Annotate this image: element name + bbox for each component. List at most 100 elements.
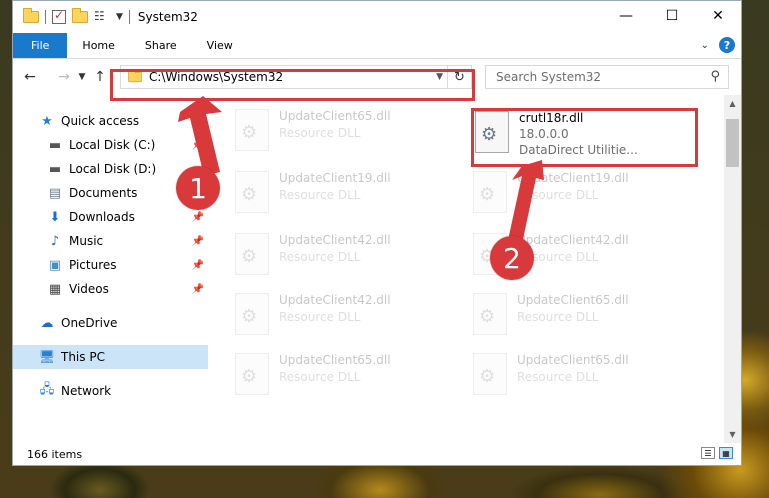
file-item[interactable]: ⚙ UpdateClient42.dll Resource DLL xyxy=(235,233,455,283)
address-bar[interactable]: C:\Windows\System32 ▼ ↻ xyxy=(120,65,472,89)
computer-icon: 🖥 xyxy=(38,349,56,365)
file-name: UpdateClient65.dll xyxy=(279,353,391,367)
dll-file-icon: ⚙ xyxy=(473,353,507,395)
file-item[interactable]: ⚙ UpdateClient65.dll Resource DLL xyxy=(473,353,693,403)
help-icon[interactable]: ? xyxy=(719,37,735,53)
file-type: Resource DLL xyxy=(517,370,599,384)
sidebar-item-label: Videos xyxy=(69,282,109,296)
file-type: Resource DLL xyxy=(517,188,599,202)
sidebar-item-label: This PC xyxy=(61,350,105,364)
quick-access-toolbar: ☷ ▼ xyxy=(13,8,130,25)
window-title: System32 xyxy=(137,10,198,24)
file-type: Resource DLL xyxy=(279,188,361,202)
file-item[interactable]: ⚙ UpdateClient19.dll Resource DLL xyxy=(473,171,693,221)
file-type: Resource DLL xyxy=(279,370,361,384)
file-type: Resource DLL xyxy=(279,126,361,140)
pin-icon[interactable]: 📌 xyxy=(192,212,204,223)
scroll-down-icon[interactable]: ▼ xyxy=(724,426,741,443)
step-1-badge: 1 xyxy=(176,166,220,210)
scroll-up-icon[interactable]: ▲ xyxy=(724,95,741,112)
file-type: Resource DLL xyxy=(517,310,599,324)
tab-home[interactable]: Home xyxy=(67,33,129,58)
chevron-down-icon[interactable]: ▼ xyxy=(436,72,443,82)
pin-icon[interactable]: 📌 xyxy=(192,284,204,295)
network-icon: 🖧 xyxy=(39,382,55,397)
sidebar-item-label: Music xyxy=(69,234,104,248)
pin-icon[interactable]: 📌 xyxy=(192,140,204,151)
scrollbar-thumb[interactable] xyxy=(726,119,739,167)
back-button[interactable]: ← xyxy=(19,69,41,85)
close-button[interactable]: ✕ xyxy=(695,1,741,31)
pin-icon[interactable]: 📌 xyxy=(192,260,204,271)
file-name: UpdateClient65.dll xyxy=(517,293,629,307)
pin-icon[interactable]: 📌 xyxy=(192,236,204,247)
large-icons-view-icon[interactable]: ▦ xyxy=(719,447,733,459)
address-path[interactable]: C:\Windows\System32 xyxy=(149,70,283,84)
folder-icon xyxy=(23,8,39,23)
toolbar-divider xyxy=(128,10,130,24)
sidebar-item-label: Local Disk (D:) xyxy=(69,162,157,176)
sidebar-item-downloads[interactable]: ⬇ Downloads 📌 xyxy=(13,205,208,229)
sidebar-item-quick-access[interactable]: ★ Quick access xyxy=(13,109,208,133)
toolbar-divider xyxy=(45,10,46,24)
search-box[interactable]: ⚲ xyxy=(485,65,729,89)
new-folder-icon[interactable] xyxy=(72,8,88,23)
tab-file[interactable]: File xyxy=(13,33,68,58)
item-count: 166 items xyxy=(27,447,83,461)
sidebar-item-local-disk-c[interactable]: ▬ Local Disk (C:) 📌 xyxy=(13,133,208,157)
tab-view[interactable]: View xyxy=(192,33,248,58)
chevron-down-icon[interactable]: ▼ xyxy=(116,12,123,22)
file-name: UpdateClient42.dll xyxy=(279,233,391,247)
file-name: UpdateClient42.dll xyxy=(279,293,391,307)
search-input[interactable] xyxy=(496,70,696,84)
explorer-window: ☷ ▼ System32 — ☐ ✕ File Home Share View … xyxy=(12,0,742,466)
file-description: DataDirect Utilitie... xyxy=(519,143,638,157)
minimize-button[interactable]: — xyxy=(603,1,649,31)
sidebar-item-network[interactable]: 🖧 Network xyxy=(13,379,208,403)
vertical-scrollbar[interactable]: ▲ ▼ xyxy=(724,95,741,443)
file-name: UpdateClient19.dll xyxy=(279,171,391,185)
forward-button[interactable]: → xyxy=(53,69,75,85)
file-item-crutl18r[interactable]: ⚙ crutl18r.dll 18.0.0.0 DataDirect Utiliti… xyxy=(475,111,695,161)
status-bar: 166 items ☰ ▦ xyxy=(13,443,741,465)
sidebar-item-label: Quick access xyxy=(61,114,140,128)
expand-ribbon-icon[interactable]: ⌄ xyxy=(701,40,709,51)
details-view-icon[interactable]: ☰ xyxy=(701,447,715,459)
file-item[interactable]: ⚙ UpdateClient65.dll Resource DLL xyxy=(235,353,455,403)
properties-icon[interactable] xyxy=(52,8,66,24)
drive-icon: ▬ xyxy=(48,161,62,177)
videos-icon: ▦ xyxy=(48,281,62,297)
file-item[interactable]: ⚙ UpdateClient65.dll Resource DLL xyxy=(473,293,693,343)
file-name: UpdateClient42.dll xyxy=(517,233,629,247)
file-name: crutl18r.dll xyxy=(519,111,584,125)
tab-share[interactable]: Share xyxy=(130,33,192,58)
sidebar-item-label: Network xyxy=(61,384,112,398)
sidebar-item-music[interactable]: ♪ Music 📌 xyxy=(13,229,208,253)
dll-file-icon: ⚙ xyxy=(475,111,509,153)
file-item[interactable]: ⚙ UpdateClient42.dll Resource DLL xyxy=(235,293,455,343)
customize-toolbar-icon[interactable]: ☷ xyxy=(94,9,110,25)
up-button[interactable]: ↑ xyxy=(89,69,111,85)
dll-file-icon: ⚙ xyxy=(235,171,269,213)
sidebar-item-label: Documents xyxy=(69,186,138,200)
sidebar-item-this-pc[interactable]: 🖥 This PC xyxy=(13,345,208,369)
sidebar-item-pictures[interactable]: ▣ Pictures 📌 xyxy=(13,253,208,277)
dll-file-icon: ⚙ xyxy=(235,353,269,395)
recent-locations-button[interactable]: ▼ xyxy=(75,72,89,82)
file-item[interactable]: ⚙ UpdateClient65.dll Resource DLL xyxy=(235,109,455,159)
explorer-body: ★ Quick access ▬ Local Disk (C:) 📌 ▬ Loc… xyxy=(13,95,741,443)
file-list: ⚙ UpdateClient65.dll Resource DLL ⚙ Updat… xyxy=(209,95,741,443)
sidebar-item-label: Local Disk (C:) xyxy=(69,138,156,152)
sidebar-item-label: OneDrive xyxy=(61,316,118,330)
file-name: UpdateClient65.dll xyxy=(279,109,391,123)
music-icon: ♪ xyxy=(50,233,60,249)
file-type: Resource DLL xyxy=(279,310,361,324)
sidebar-item-onedrive[interactable]: ☁ OneDrive xyxy=(13,311,208,335)
ribbon-right: ⌄ ? xyxy=(701,37,735,53)
sidebar-item-label: Pictures xyxy=(69,258,117,272)
refresh-button[interactable]: ↻ xyxy=(447,66,471,88)
navigation-bar: ← → ▼ ↑ C:\Windows\System32 ▼ ↻ ⚲ xyxy=(13,59,741,95)
file-item[interactable]: ⚙ UpdateClient19.dll Resource DLL xyxy=(235,171,455,221)
sidebar-item-videos[interactable]: ▦ Videos 📌 xyxy=(13,277,208,301)
maximize-button[interactable]: ☐ xyxy=(649,1,695,31)
